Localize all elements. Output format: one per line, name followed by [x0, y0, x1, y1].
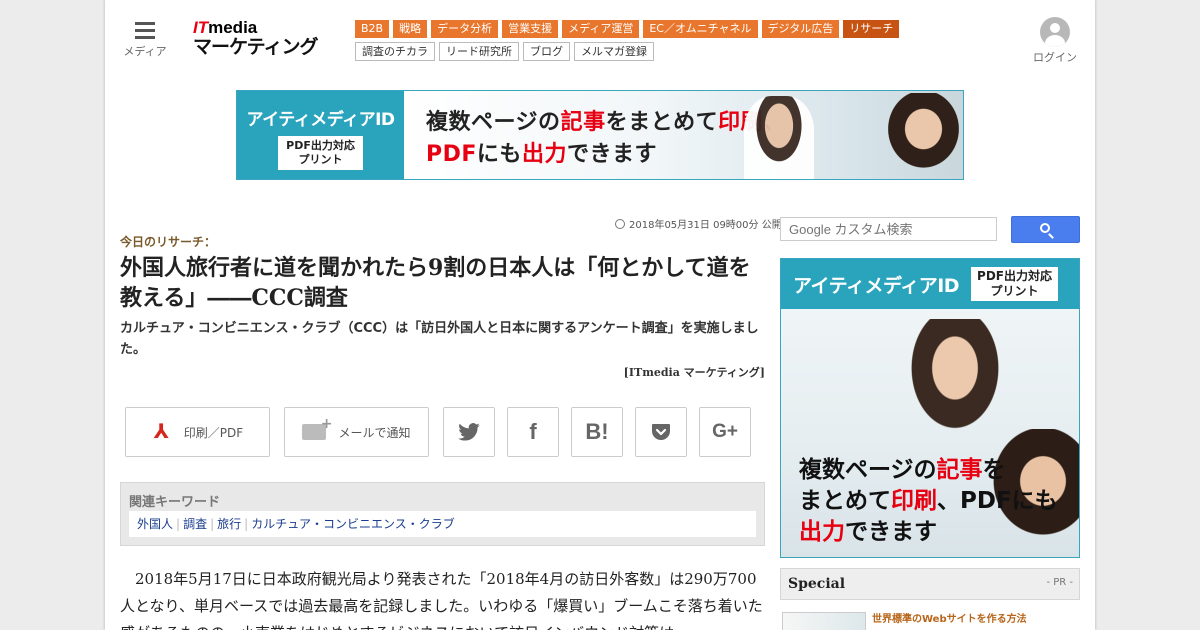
article-body: 2018年5月17日に日本政府観光局より発表された「2018年4月の訪日外客数」…	[120, 570, 763, 630]
sidebar-ad-brand: アイティメディアID	[793, 274, 960, 297]
publish-date: 2018年05月31日 09時00分 公開	[615, 216, 782, 231]
login-label: ログイン	[1033, 51, 1077, 64]
nav-b2b[interactable]: B2B	[355, 20, 390, 38]
special-heading: Special	[788, 576, 846, 592]
nav-blog[interactable]: ブログ	[523, 42, 570, 61]
top-banner-ad[interactable]: アイティメディアID PDF出力対応 プリント 複数ページの記事をまとめて印刷、…	[236, 90, 964, 180]
logo-marketing: マーケティング	[193, 37, 318, 58]
search-icon	[1040, 223, 1050, 233]
logo-itmedia: ITmedia	[193, 18, 258, 37]
nav-media-operation[interactable]: メディア運営	[562, 20, 640, 38]
special-item-title: 世界標準のWebサイトを作る方法	[872, 614, 1027, 625]
primary-nav: B2B 戦略 データ分析 営業支援 メディア運営 EC／オムニチャネル デジタル…	[355, 20, 900, 38]
login-button[interactable]: ログイン	[1029, 17, 1081, 65]
pr-label: - PR -	[1046, 577, 1073, 588]
search-button[interactable]	[1011, 216, 1080, 243]
google-plus-icon: G+	[712, 421, 738, 442]
sidebar-ad-badge: PDF出力対応 プリント	[971, 267, 1059, 301]
nav-ec-omnichannel[interactable]: EC／オムニチャネル	[643, 20, 758, 38]
article-title: 外国人旅行者に道を聞かれたら9割の日本人は「何とかして道を教える」――CCC調査	[120, 255, 751, 311]
facebook-share-button[interactable]: f	[507, 407, 559, 457]
banner-brand: アイティメディアID	[246, 110, 395, 130]
user-avatar-icon	[1040, 17, 1070, 47]
twitter-share-button[interactable]	[443, 407, 495, 457]
special-item-thumbnail	[782, 612, 866, 630]
keyword-link[interactable]: 調査	[183, 517, 207, 531]
keyword-link[interactable]: カルチュア・コンビニエンス・クラブ	[251, 517, 455, 531]
banner-copy: 複数ページの記事をまとめて印刷、 PDFにも出力できます	[426, 110, 785, 167]
twitter-icon	[458, 423, 480, 441]
hatena-bookmark-button[interactable]: B!	[571, 407, 623, 457]
keyword-link[interactable]: 外国人	[137, 517, 173, 531]
keyword-list: 外国人 | 調査 | 旅行 | カルチュア・コンビニエンス・クラブ	[129, 511, 756, 537]
hatena-bookmark-icon: B!	[585, 419, 609, 444]
special-item[interactable]: 世界標準のWebサイトを作る方法	[780, 610, 1080, 630]
sidebar-ad[interactable]: アイティメディアID PDF出力対応 プリント 複数ページの記事を まとめて印刷、…	[780, 258, 1080, 558]
nav-research[interactable]: リサーチ	[843, 20, 900, 38]
google-custom-search-input[interactable]	[780, 217, 997, 241]
media-menu-button[interactable]: メディア	[121, 22, 169, 59]
nav-strategy[interactable]: 戦略	[393, 20, 428, 38]
related-keywords: 関連キーワード 外国人 | 調査 | 旅行 | カルチュア・コンビニエンス・クラブ	[120, 482, 765, 546]
article-subtitle: カルチュア・コンビニエンス・クラブ（CCC）は「訪日外国人と日本に関するアンケー…	[120, 321, 759, 357]
google-plus-share-button[interactable]: G+	[699, 407, 751, 457]
nav-lead-lab[interactable]: リード研究所	[439, 42, 519, 61]
mail-icon	[302, 416, 332, 440]
pdf-icon	[152, 419, 172, 443]
print-pdf-button[interactable]: 印刷／PDF	[125, 407, 270, 457]
sidebar-ad-header: アイティメディアID PDF出力対応 プリント	[781, 259, 1079, 309]
banner-photo-woman-1	[744, 96, 814, 179]
special-section-header: Special - PR -	[780, 568, 1080, 600]
article-byline: [ITmedia マーケティング]	[623, 366, 765, 379]
media-menu-label: メディア	[123, 45, 167, 58]
nav-newsletter[interactable]: メルマガ登録	[574, 42, 654, 61]
facebook-icon: f	[529, 419, 537, 444]
mail-notify-button[interactable]: メールで通知	[284, 407, 429, 457]
secondary-nav: 調査のチカラ リード研究所 ブログ メルマガ登録	[355, 42, 654, 61]
nav-digital-ads[interactable]: デジタル広告	[761, 20, 840, 38]
banner-badge: PDF出力対応 プリント	[278, 136, 363, 170]
banner-photo-woman-2	[874, 93, 963, 179]
pocket-save-button[interactable]	[635, 407, 687, 457]
sidebar-ad-copy: 複数ページの記事を まとめて印刷、PDFにも 出力できます	[799, 457, 1058, 545]
banner-brand-panel: アイティメディアID PDF出力対応 プリント	[237, 91, 404, 179]
keyword-link[interactable]: 旅行	[217, 517, 241, 531]
pocket-icon	[652, 424, 670, 440]
nav-sales-support[interactable]: 営業支援	[502, 20, 559, 38]
related-keywords-heading: 関連キーワード	[129, 495, 221, 510]
clock-icon	[615, 219, 625, 229]
page: メディア ITmedia マーケティング B2B 戦略 データ分析 営業支援 メ…	[105, 0, 1095, 630]
nav-research-power[interactable]: 調査のチカラ	[355, 42, 435, 61]
site-logo[interactable]: ITmedia マーケティング	[193, 19, 328, 59]
article-kicker: 今日のリサーチ：	[120, 235, 217, 249]
nav-data-analysis[interactable]: データ分析	[431, 20, 499, 38]
banner-copy-panel: 複数ページの記事をまとめて印刷、 PDFにも出力できます	[404, 91, 963, 179]
hamburger-icon	[121, 22, 169, 39]
